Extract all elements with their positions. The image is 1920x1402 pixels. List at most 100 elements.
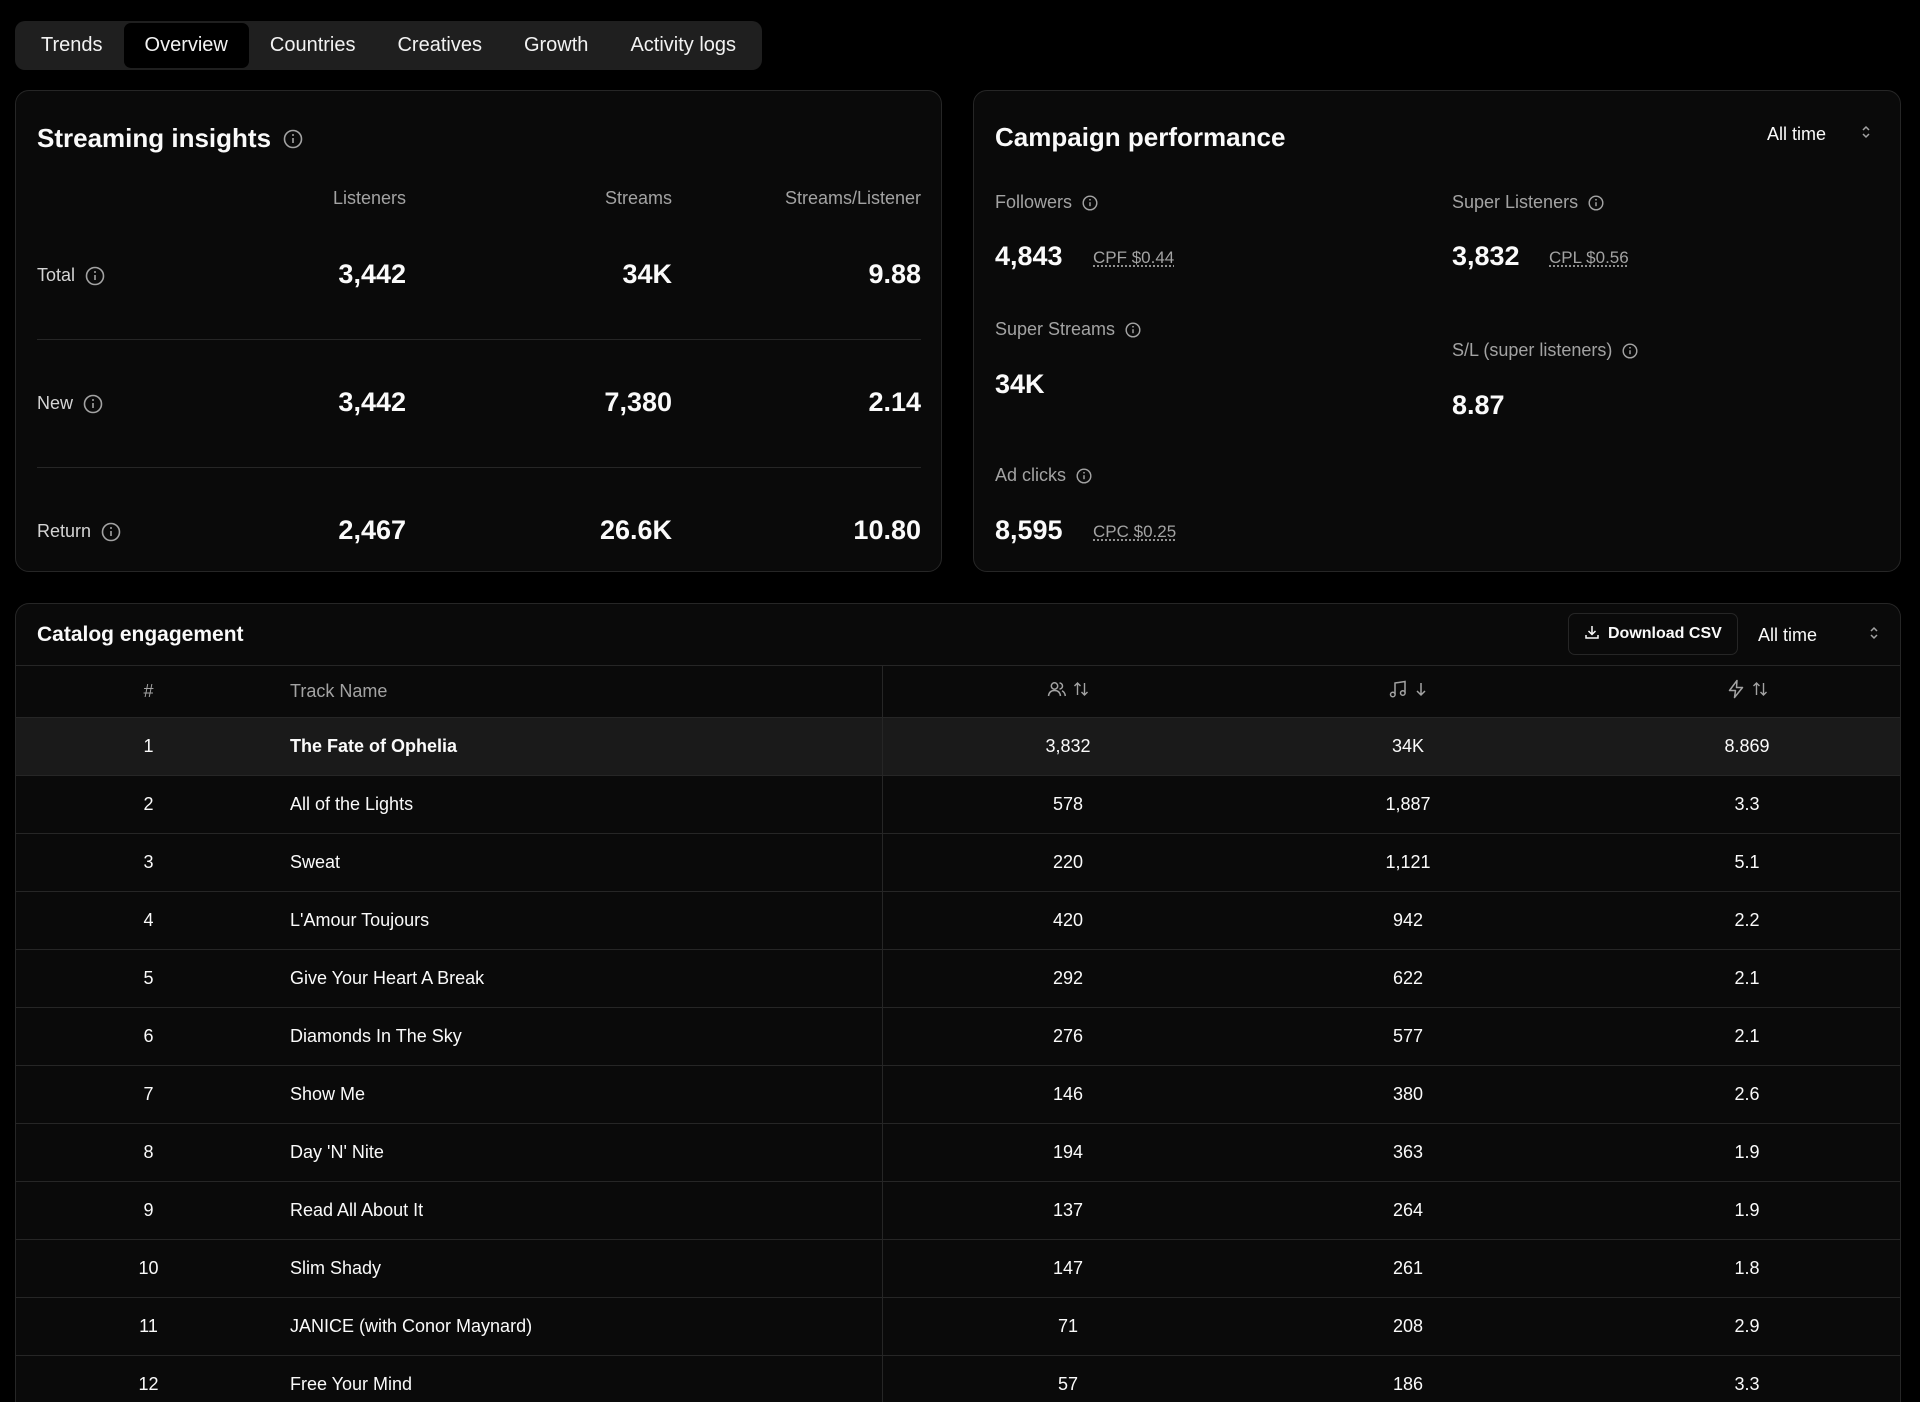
super-listeners-label-text: Super Listeners [1452,192,1579,212]
track-streams-per-listener: 2.6 [1734,1084,1760,1104]
campaign-range-select[interactable]: All time [1767,123,1872,146]
campaign-performance-card: Campaign performance All time Followers … [973,90,1901,572]
total-ratio-value: 9.88 [868,259,921,289]
tab-creatives[interactable]: Creatives [376,23,502,68]
row-label-text: Total [37,265,76,285]
info-icon[interactable] [1588,194,1604,211]
table-row[interactable]: 8 Day 'N' Nite 194 363 1.9 [16,1123,1900,1181]
info-icon[interactable] [1076,467,1092,484]
header-streams-sort[interactable] [1308,679,1508,704]
info-icon[interactable] [283,129,303,149]
table-row[interactable]: 10 Slim Shady 147 261 1.8 [16,1239,1900,1297]
total-listeners-value: 3,442 [338,259,406,289]
track-streams: 380 [1392,1084,1424,1104]
tab-activity-logs[interactable]: Activity logs [609,23,757,68]
new-listeners-value: 3,442 [338,387,406,417]
track-listeners: 3,832 [1045,736,1091,756]
track-rank: 9 [143,1200,154,1220]
track-streams: 942 [1392,910,1424,930]
tab-overview[interactable]: Overview [123,23,249,68]
column-divider [882,1356,883,1402]
track-rank: 4 [143,910,154,930]
super-listeners-value: 3,832 [1452,241,1520,271]
header-track-name: Track Name [290,681,388,701]
table-row[interactable]: 1 The Fate of Ophelia 3,832 34K 8.869 [16,717,1900,775]
track-rank: 10 [138,1258,159,1278]
catalog-range-value: All time [1758,625,1818,645]
table-row[interactable]: 12 Free Your Mind 57 186 3.3 [16,1355,1900,1402]
download-csv-label: Download CSV [1608,625,1722,642]
info-icon[interactable] [1082,194,1098,211]
track-listeners: 292 [1052,968,1084,988]
track-name: Sweat [290,852,341,872]
track-name: L'Amour Toujours [290,910,430,930]
return-ratio-value: 10.80 [853,515,921,545]
track-name: All of the Lights [290,794,414,814]
track-streams-per-listener: 8.869 [1724,736,1770,756]
table-row[interactable]: 2 All of the Lights 578 1,887 3.3 [16,775,1900,833]
chevron-up-down-icon [1868,624,1880,647]
table-header-row: # Track Name [16,665,1900,717]
cpc-value: CPC $0.25 [1093,522,1177,541]
track-rank: 11 [139,1316,158,1336]
sl-ratio-label: S/L (super listeners) [1452,340,1638,361]
cpf-value: CPF $0.44 [1093,248,1175,267]
track-streams-per-listener: 1.9 [1734,1200,1760,1220]
track-streams-per-listener: 5.1 [1734,852,1760,872]
column-divider [882,776,883,833]
return-streams-value: 26.6K [599,515,672,545]
column-divider [882,1008,883,1065]
header-streams: Streams [604,188,672,208]
sort-arrows-icon [1752,680,1768,703]
catalog-range-select[interactable]: All time [1758,624,1880,647]
table-row[interactable]: 4 L'Amour Toujours 420 942 2.2 [16,891,1900,949]
track-listeners: 276 [1052,1026,1084,1046]
column-divider [882,1124,883,1181]
header-listeners-sort[interactable] [968,679,1168,704]
tab-bar: Trends Overview Countries Creatives Grow… [15,21,763,70]
table-row[interactable]: 9 Read All About It 137 264 1.9 [16,1181,1900,1239]
ad-clicks-label-text: Ad clicks [995,465,1067,485]
tab-countries[interactable]: Countries [249,23,377,68]
ad-clicks-value: 8,595 [995,515,1063,545]
track-streams-per-listener: 2.1 [1734,1026,1760,1046]
new-streams-value: 7,380 [604,387,672,417]
info-icon[interactable] [1125,321,1141,338]
track-name: Show Me [290,1084,366,1104]
info-icon[interactable] [83,394,103,414]
track-name: Free Your Mind [290,1374,413,1394]
download-csv-button[interactable]: Download CSV [1568,613,1738,655]
table-row[interactable]: 7 Show Me 146 380 2.6 [16,1065,1900,1123]
table-row[interactable]: 3 Sweat 220 1,121 5.1 [16,833,1900,891]
track-rank: 1 [143,736,154,756]
column-divider [882,1298,883,1355]
table-row[interactable]: 5 Give Your Heart A Break 292 622 2.1 [16,949,1900,1007]
table-row[interactable]: 11 JANICE (with Conor Maynard) 71 208 2.9 [16,1297,1900,1355]
track-rank: 3 [143,852,154,872]
table-row[interactable]: 6 Diamonds In The Sky 276 577 2.1 [16,1007,1900,1065]
info-icon[interactable] [101,522,121,542]
column-divider [882,1182,883,1239]
track-streams-per-listener: 3.3 [1734,794,1760,814]
users-icon [1047,679,1067,704]
header-listeners: Listeners [332,188,406,208]
column-divider [882,892,883,949]
tab-growth[interactable]: Growth [503,23,609,68]
track-streams-per-listener: 2.1 [1734,968,1760,988]
track-rank: 12 [138,1374,159,1394]
track-rank: 2 [143,794,154,814]
header-ratio-sort[interactable] [1647,679,1847,704]
track-name: JANICE (with Conor Maynard) [290,1316,533,1336]
track-streams: 261 [1392,1258,1424,1278]
info-icon[interactable] [1622,342,1638,359]
tab-trends[interactable]: Trends [20,23,124,68]
info-icon[interactable] [85,266,105,286]
track-rank: 7 [143,1084,154,1104]
track-listeners: 420 [1052,910,1084,930]
streaming-insights-title: Streaming insights [37,123,272,153]
header-streams-per-listener: Streams/Listener [784,188,921,208]
track-name: The Fate of Ophelia [290,736,458,756]
track-name: Give Your Heart A Break [290,968,485,988]
ad-clicks-label: Ad clicks [995,465,1092,486]
return-listeners-value: 2,467 [338,515,406,545]
